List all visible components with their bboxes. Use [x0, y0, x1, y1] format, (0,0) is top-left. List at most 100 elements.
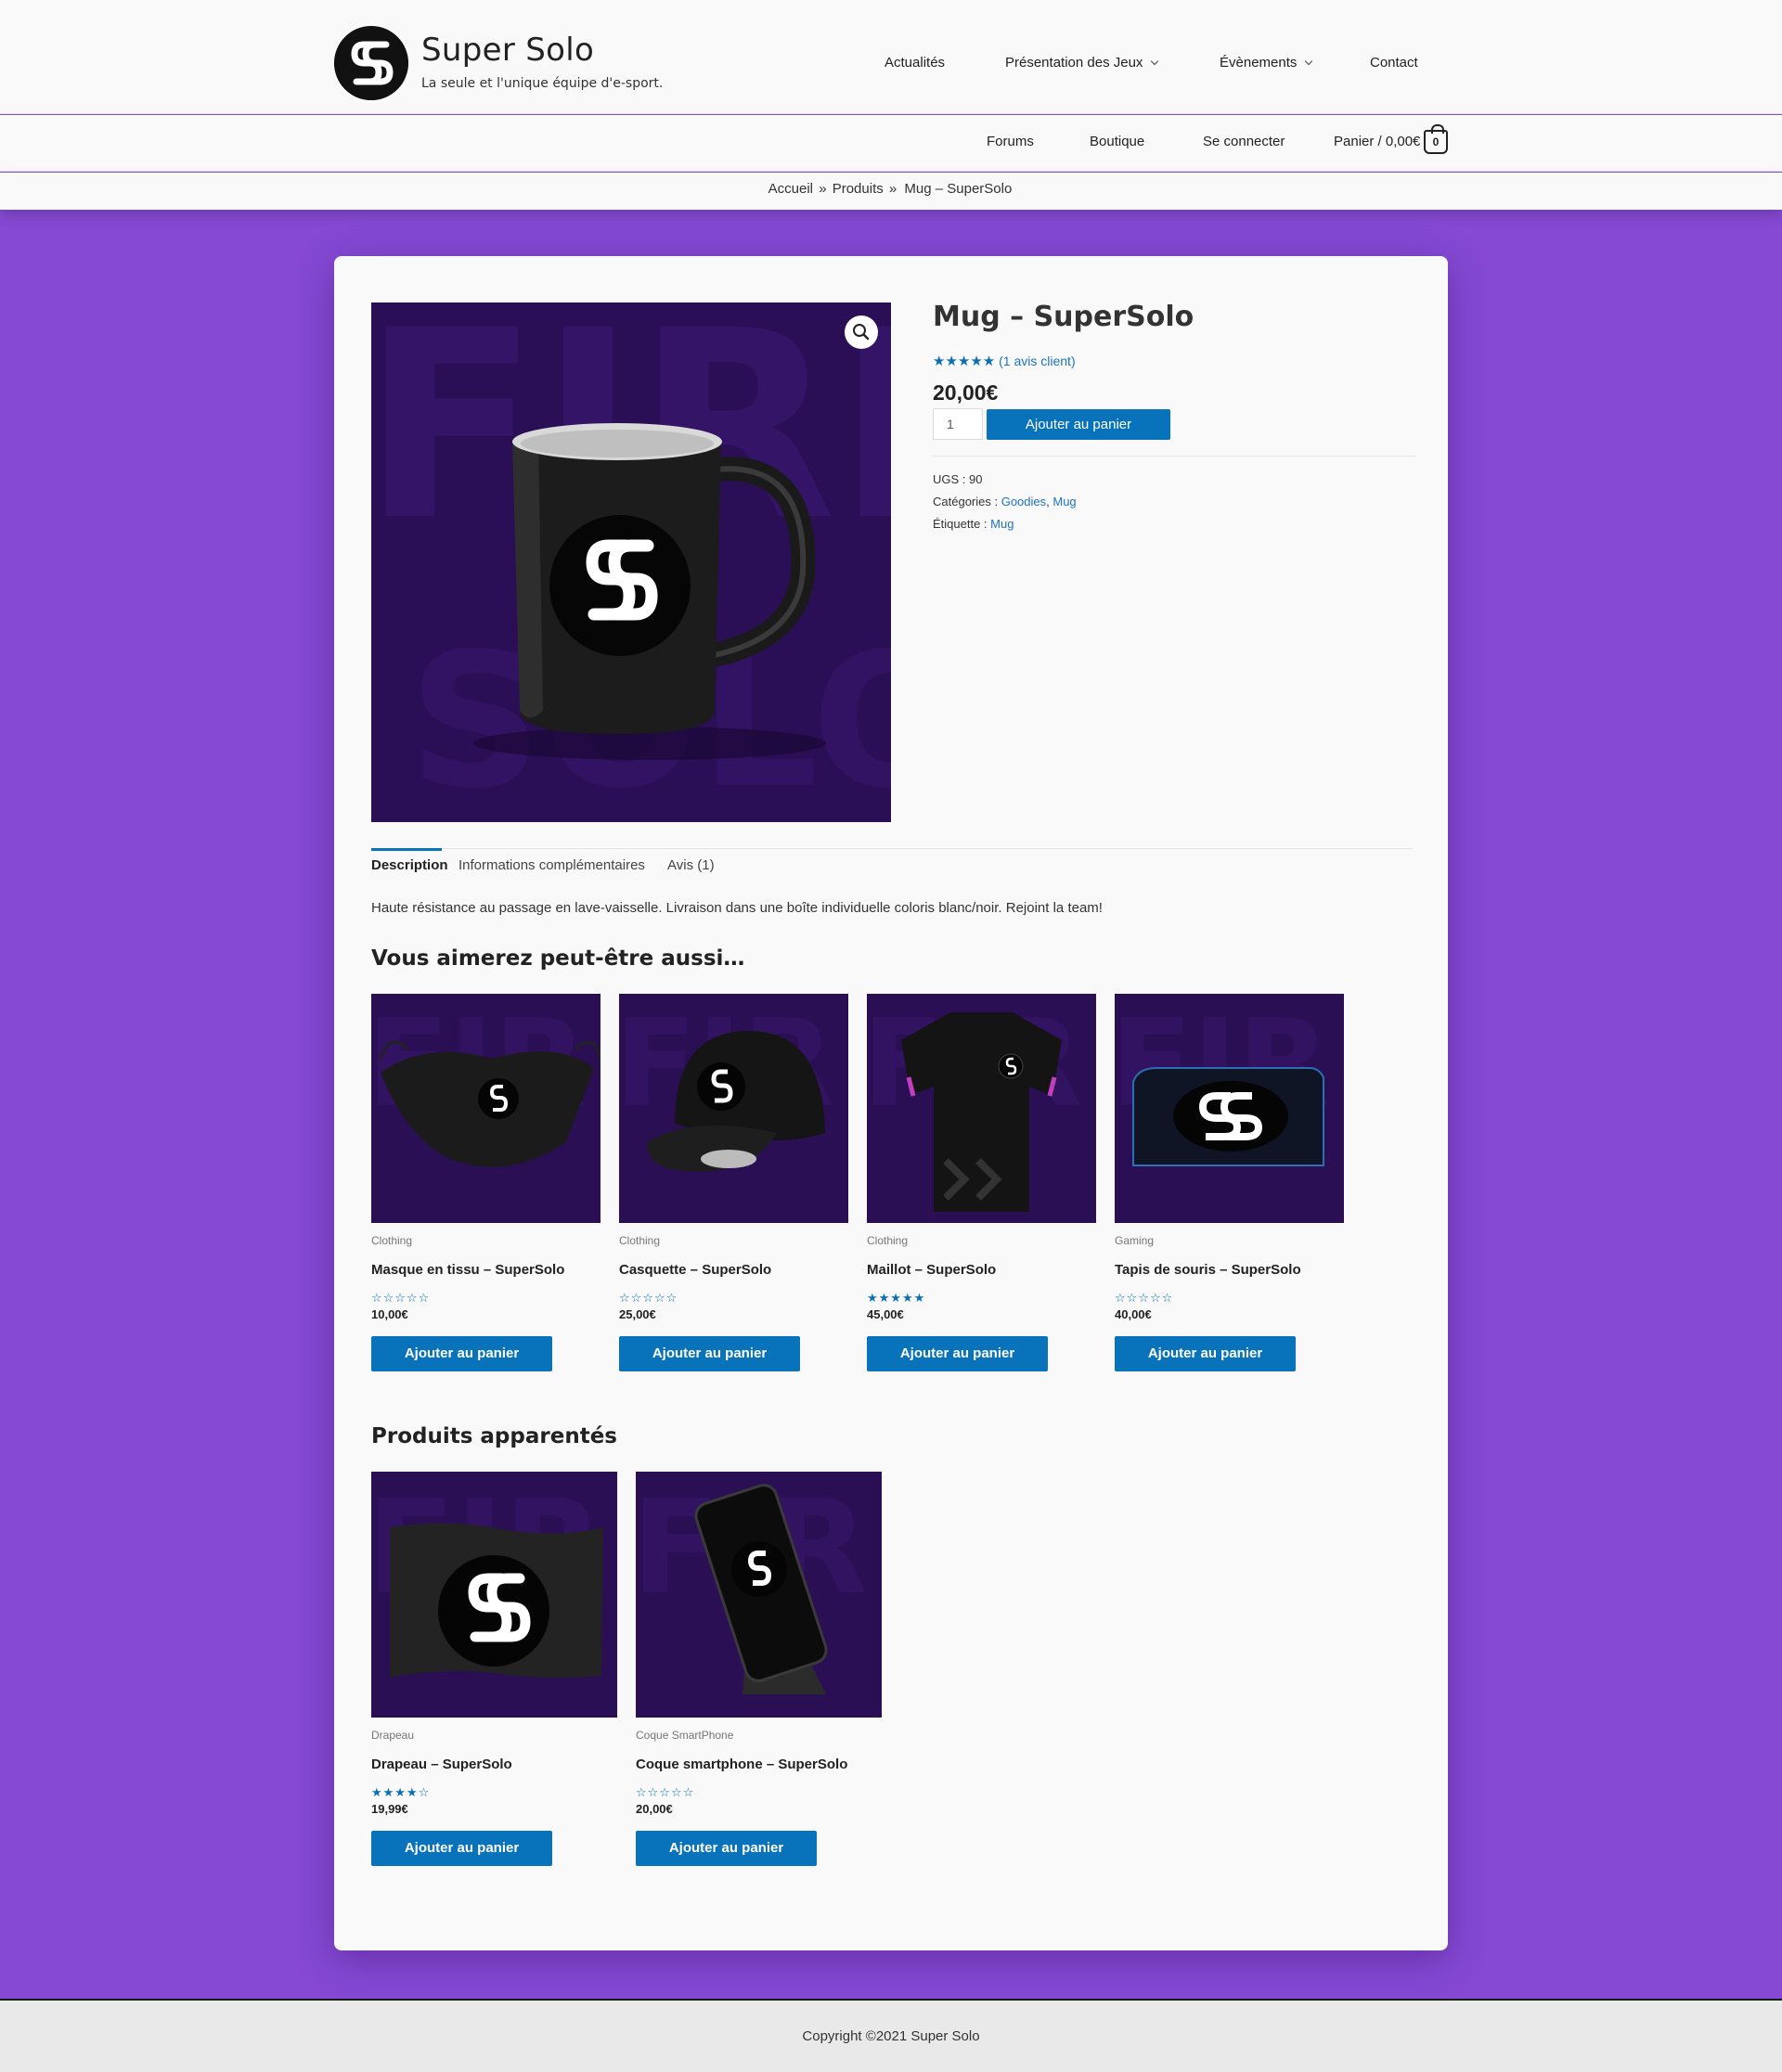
secondary-header: Forums Boutique Se connecter Panier / 0,… — [0, 115, 1782, 172]
product-sku: UGS : 90 — [933, 472, 983, 486]
flag-image: FIR — [371, 1472, 617, 1718]
breadcrumb-products[interactable]: Produits — [833, 181, 884, 197]
product-thumbnail[interactable]: FIR — [1115, 994, 1344, 1223]
nav-label: Actualités — [885, 55, 946, 71]
product-category: Gaming — [1115, 1234, 1155, 1247]
jersey-image: FIR — [867, 994, 1096, 1223]
star-rating: ☆☆☆☆☆ — [619, 1291, 678, 1305]
product-price: 10,00€ — [371, 1307, 408, 1321]
product-rating: ★★★★★ (1 avis client) — [933, 353, 1076, 369]
nav-contact[interactable]: Contact — [1370, 55, 1418, 71]
breadcrumb-home[interactable]: Accueil — [768, 181, 813, 197]
product-price: 20,00€ — [636, 1802, 673, 1816]
cap-image: FIR — [619, 994, 848, 1223]
nav-actualites[interactable]: Actualités — [885, 55, 945, 71]
nav-login[interactable]: Se connecter — [1203, 134, 1285, 149]
breadcrumb-separator: » — [888, 181, 897, 197]
nav-label: Présentation des Jeux — [1005, 55, 1143, 71]
product-price: 45,00€ — [867, 1307, 904, 1321]
star-rating: ★★★★★ — [867, 1291, 926, 1305]
shopping-bag-icon[interactable]: 0 — [1424, 124, 1448, 154]
mug-image: FIRE SOLO — [371, 302, 891, 822]
add-to-cart-button[interactable]: Ajouter au panier — [619, 1336, 800, 1371]
tab-description[interactable]: Description — [371, 857, 448, 873]
related-title: Produits apparentés — [371, 1424, 617, 1448]
product-name[interactable]: Maillot – SuperSolo — [867, 1262, 1096, 1278]
cart-link[interactable]: Panier / 0,00€ — [1334, 134, 1420, 149]
product-main-image[interactable]: FIRE SOLO — [371, 302, 891, 822]
category-link-mug[interactable]: Mug — [1052, 495, 1076, 508]
primary-nav: Actualités Présentation des Jeux Évèneme… — [0, 0, 1782, 114]
star-rating: ☆☆☆☆☆ — [636, 1785, 695, 1799]
site-header: Super Solo La seule et l'unique équipe d… — [0, 0, 1782, 114]
product-item: FIR Clothing Masque en tissu – SuperSolo… — [371, 994, 600, 1371]
upsells-title: Vous aimerez peut-être aussi… — [371, 946, 745, 971]
product-category: Coque SmartPhone — [636, 1729, 734, 1742]
product-thumbnail[interactable]: FIR — [867, 994, 1096, 1223]
star-rating: ★★★★☆ — [371, 1785, 431, 1799]
add-to-cart-button[interactable]: Ajouter au panier — [371, 1336, 552, 1371]
nav-label: Évènements — [1220, 55, 1298, 71]
chevron-down-icon — [1305, 57, 1313, 66]
add-to-cart-button[interactable]: Ajouter au panier — [636, 1831, 817, 1866]
product-thumbnail[interactable]: FIR — [619, 994, 848, 1223]
nav-presentation-jeux[interactable]: Présentation des Jeux — [1005, 55, 1159, 71]
divider — [933, 456, 1415, 457]
nav-label: Contact — [1370, 55, 1418, 71]
product-name[interactable]: Drapeau – SuperSolo — [371, 1757, 617, 1772]
tab-additional-info[interactable]: Informations complémentaires — [458, 857, 645, 873]
add-to-cart-button[interactable]: Ajouter au panier — [371, 1831, 552, 1866]
product-item: FIR Clothing Casquette – SuperSolo ☆☆☆☆☆… — [619, 994, 848, 1371]
product-name[interactable]: Tapis de souris – SuperSolo — [1115, 1262, 1344, 1278]
product-thumbnail[interactable]: FIR — [371, 1472, 617, 1718]
product-tags: Étiquette : Mug — [933, 517, 1014, 531]
product-item: FIR Coque SmartPhone Coque smartphone – … — [636, 1472, 882, 1866]
copyright-text: Copyright ©2021 Super Solo — [802, 2028, 980, 2044]
product-item: FIR Gaming Tapis de souris – SuperSolo ☆… — [1115, 994, 1344, 1371]
breadcrumb-current: Mug – SuperSolo — [904, 181, 1013, 197]
product-description: Haute résistance au passage en lave-vais… — [371, 900, 1103, 916]
product-price: 40,00€ — [1115, 1307, 1152, 1321]
product-title: Mug – SuperSolo — [933, 301, 1194, 333]
product-category: Drapeau — [371, 1729, 415, 1742]
product-card: FIRE SOLO Mug – SuperSolo ★★★★★ (1 avis … — [334, 256, 1448, 1950]
product-name[interactable]: Masque en tissu – SuperSolo — [371, 1262, 600, 1278]
categories-label: Catégories : — [933, 495, 999, 508]
reviews-link[interactable]: (1 avis client) — [999, 354, 1075, 368]
star-rating: ★★★★★ — [933, 354, 996, 369]
product-price: 19,99€ — [371, 1802, 408, 1816]
nav-evenements[interactable]: Évènements — [1220, 55, 1313, 71]
breadcrumb: Accueil » Produits » Mug – SuperSolo — [0, 173, 1782, 210]
product-item: FIR Drapeau Drapeau – SuperSolo ★★★★☆ 19… — [371, 1472, 617, 1866]
product-category: Clothing — [867, 1234, 909, 1247]
product-name[interactable]: Casquette – SuperSolo — [619, 1262, 848, 1278]
star-rating: ☆☆☆☆☆ — [371, 1291, 431, 1305]
product-category: Clothing — [371, 1234, 413, 1247]
product-name[interactable]: Coque smartphone – SuperSolo — [636, 1757, 882, 1772]
mousepad-image: FIR — [1115, 994, 1344, 1223]
product-thumbnail[interactable]: FIR — [371, 994, 600, 1223]
product-price: 20,00€ — [933, 380, 999, 405]
add-to-cart-button[interactable]: Ajouter au panier — [1115, 1336, 1296, 1371]
tabs-divider — [371, 848, 1413, 849]
chevron-down-icon — [1151, 57, 1159, 66]
product-thumbnail[interactable]: FIR — [636, 1472, 882, 1718]
tag-link-mug[interactable]: Mug — [990, 517, 1014, 531]
tab-reviews[interactable]: Avis (1) — [667, 857, 715, 873]
add-to-cart-button[interactable]: Ajouter au panier — [867, 1336, 1048, 1371]
star-rating: ☆☆☆☆☆ — [1115, 1291, 1174, 1305]
product-categories: Catégories : Goodies, Mug — [933, 495, 1077, 508]
phone-case-image: FIR — [636, 1472, 882, 1718]
add-to-cart-button[interactable]: Ajouter au panier — [987, 409, 1170, 440]
breadcrumb-separator: » — [819, 181, 827, 197]
nav-forums[interactable]: Forums — [987, 134, 1034, 149]
nav-boutique[interactable]: Boutique — [1090, 134, 1144, 149]
tag-label: Étiquette : — [933, 517, 988, 531]
product-item: FIR Clothing Maillot – SuperSolo ★★★★★ 4… — [867, 994, 1096, 1371]
category-link-goodies[interactable]: Goodies — [1001, 495, 1046, 508]
mask-image: FIR — [371, 994, 600, 1223]
quantity-input[interactable]: 1 — [933, 408, 983, 440]
zoom-button[interactable] — [845, 315, 878, 349]
search-icon — [853, 324, 870, 341]
active-tab-indicator — [371, 848, 442, 851]
